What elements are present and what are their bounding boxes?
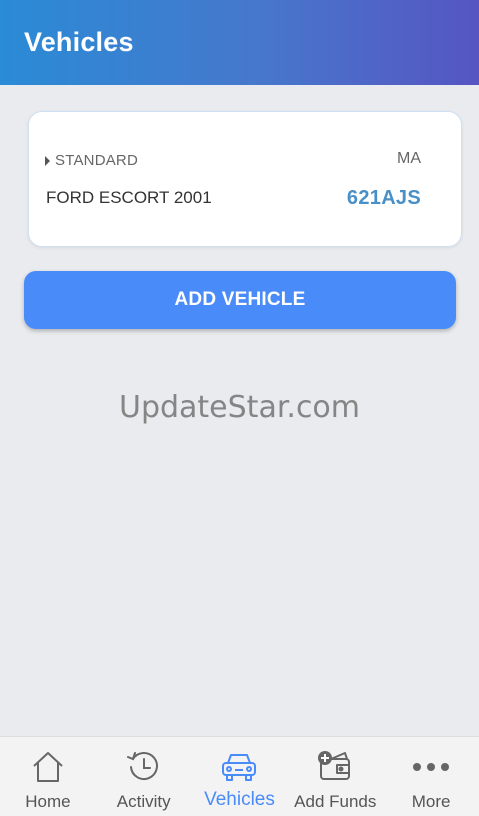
vehicle-plan-label: STANDARD <box>55 152 138 169</box>
caret-right-icon <box>45 155 50 166</box>
nav-item-more[interactable]: More <box>383 737 479 816</box>
vehicle-state: MA <box>397 150 421 167</box>
vehicle-plate: 621AJS <box>346 187 421 209</box>
nav-label-more: More <box>411 792 451 811</box>
car-icon <box>219 747 259 787</box>
home-icon <box>28 747 68 787</box>
nav-label-vehicles: Vehicles <box>204 789 275 810</box>
vehicle-plan[interactable]: STANDARD <box>45 152 138 169</box>
wallet-add-icon <box>315 747 355 787</box>
app-header: Vehicles <box>0 0 479 85</box>
nav-label-home: Home <box>25 792 71 811</box>
nav-label-add-funds: Add Funds <box>294 792 377 811</box>
nav-item-activity[interactable]: Activity <box>96 737 192 816</box>
add-vehicle-button[interactable]: ADD VEHICLE <box>24 271 456 329</box>
vehicle-name: FORD ESCORT 2001 <box>46 188 212 207</box>
watermark-text: UpdateStar.com <box>118 390 361 425</box>
history-clock-icon <box>124 747 164 787</box>
nav-item-add-funds[interactable]: Add Funds <box>287 737 383 816</box>
nav-label-activity: Activity <box>116 792 171 811</box>
bottom-nav: Home Activity Vehicles Add Funds More <box>0 736 479 816</box>
nav-item-vehicles[interactable]: Vehicles <box>192 737 288 816</box>
page-title: Vehicles <box>24 27 134 57</box>
nav-item-home[interactable]: Home <box>0 737 96 816</box>
vehicle-card[interactable]: STANDARD MA FORD ESCORT 2001 621AJS <box>28 111 462 247</box>
more-dots-icon <box>411 747 451 787</box>
